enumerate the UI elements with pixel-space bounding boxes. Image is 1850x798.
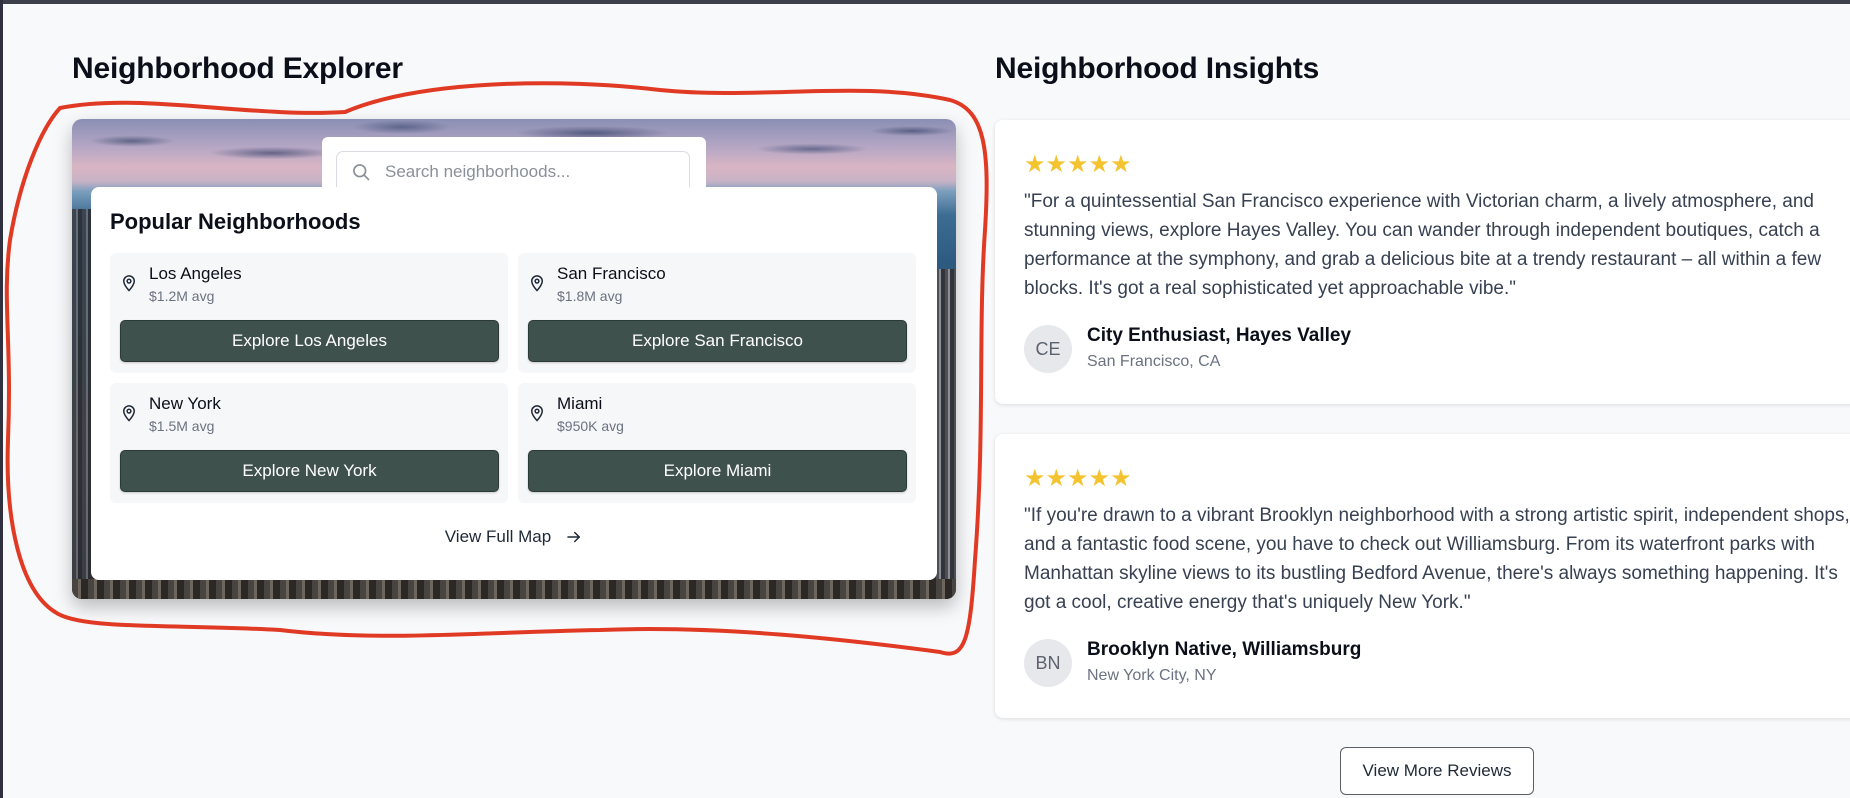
neighborhood-name: Los Angeles <box>149 264 242 283</box>
explore-los-angeles-button[interactable]: Explore Los Angeles <box>120 320 499 362</box>
neighborhood-card-los-angeles: Los Angeles $1.2M avg Explore Los Angele… <box>110 253 508 373</box>
popular-neighborhoods-title: Popular Neighborhoods <box>110 209 361 234</box>
explore-miami-button[interactable]: Explore Miami <box>528 450 907 492</box>
review-author: City Enthusiast, Hayes Valley <box>1087 325 1352 346</box>
review-location: New York City, NY <box>1087 667 1217 684</box>
search-input[interactable] <box>385 162 665 182</box>
background-city-bottom <box>72 579 956 599</box>
avatar: BN <box>1024 639 1072 687</box>
neighborhood-price: $1.8M avg <box>557 288 623 304</box>
explore-san-francisco-button[interactable]: Explore San Francisco <box>528 320 907 362</box>
map-pin-icon <box>122 275 136 292</box>
neighborhood-price: $950K avg <box>557 418 624 434</box>
explorer-title: Neighborhood Explorer <box>72 52 403 85</box>
review-author: Brooklyn Native, Williamsburg <box>1087 639 1362 660</box>
map-pin-icon <box>530 405 544 422</box>
background-city-right <box>936 269 956 599</box>
neighborhood-card-new-york: New York $1.5M avg Explore New York <box>110 383 508 503</box>
review-card: ★★★★★ "If you're drawn to a vibrant Broo… <box>995 434 1850 718</box>
review-quote: "For a quintessential San Francisco expe… <box>1024 191 1822 299</box>
neighborhood-name: Miami <box>557 394 603 413</box>
neighborhood-price: $1.2M avg <box>149 288 215 304</box>
neighborhood-grid: Los Angeles $1.2M avg Explore Los Angele… <box>110 253 918 503</box>
search-icon <box>353 164 370 181</box>
view-more-reviews-button[interactable]: View More Reviews <box>1340 747 1534 795</box>
explore-new-york-button[interactable]: Explore New York <box>120 450 499 492</box>
arrow-right-icon <box>567 531 581 543</box>
background-city-left <box>72 209 92 599</box>
insights-title: Neighborhood Insights <box>995 52 1320 85</box>
neighborhood-name: San Francisco <box>557 264 666 283</box>
popular-neighborhoods-panel: Popular Neighborhoods Los Angeles $1.2M … <box>91 187 937 580</box>
window-left-edge <box>0 0 3 798</box>
avatar: CE <box>1024 325 1072 373</box>
review-location: San Francisco, CA <box>1087 353 1221 370</box>
review-card: ★★★★★ "For a quintessential San Francisc… <box>995 120 1850 404</box>
map-pin-icon <box>530 275 544 292</box>
star-rating: ★★★★★ <box>1024 151 1132 178</box>
neighborhood-name: New York <box>149 394 221 413</box>
view-full-map-label: View Full Map <box>444 527 552 546</box>
neighborhood-card-san-francisco: San Francisco $1.8M avg Explore San Fran… <box>518 253 916 373</box>
window-top-edge <box>0 0 1850 4</box>
explorer-card: Popular Neighborhoods Los Angeles $1.2M … <box>72 119 956 599</box>
review-quote: "If you're drawn to a vibrant Brooklyn n… <box>1024 505 1850 613</box>
view-full-map-link[interactable]: View Full Map <box>91 527 937 547</box>
neighborhood-card-miami: Miami $950K avg Explore Miami <box>518 383 916 503</box>
map-pin-icon <box>122 405 136 422</box>
star-rating: ★★★★★ <box>1024 465 1132 492</box>
neighborhood-price: $1.5M avg <box>149 418 215 434</box>
